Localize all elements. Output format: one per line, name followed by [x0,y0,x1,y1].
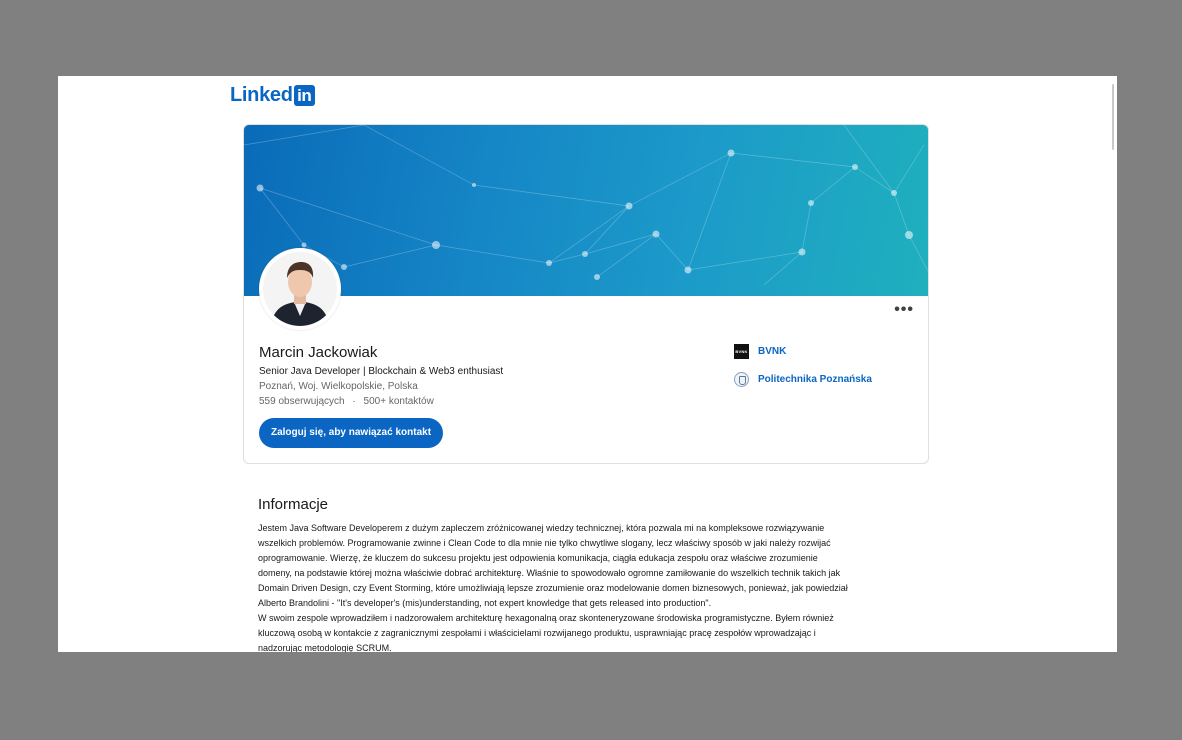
person-photo-icon [263,252,337,326]
followers-count[interactable]: 559 obserwujących [259,396,345,407]
org-item-bvnk[interactable]: BVNK BVNK [734,343,872,359]
university-crest-icon [734,371,749,387]
profile-avatar[interactable] [259,248,341,330]
linkedin-logo[interactable]: Linked in [230,84,315,106]
org-name: BVNK [758,345,787,357]
bvnk-logo-icon: BVNK [734,343,749,359]
more-options-button[interactable]: ••• [894,302,914,318]
profile-location: Poznań, Woj. Wielkopolskie, Polska [259,381,418,392]
profile-name: Marcin Jackowiak [259,344,378,361]
logo-in-box: in [293,84,315,106]
profile-stats: 559 obserwujących · 500+ kontaktów [259,396,434,407]
about-title: Informacje [258,496,329,513]
organization-list: BVNK BVNK Politechnika Poznańska [734,343,872,399]
profile-card: ••• Marcin Jackowiak Senior Java Develop… [243,124,929,464]
stats-separator: · [352,396,356,407]
about-section: Informacje Jestem Java Software Develope… [258,496,918,652]
org-item-politechnika[interactable]: Politechnika Poznańska [734,371,872,387]
network-pattern [244,125,928,286]
org-name: Politechnika Poznańska [758,373,872,385]
connections-count[interactable]: 500+ kontaktów [364,396,434,407]
logo-wordmark: Linked [230,84,293,106]
cover-image [244,125,928,296]
browser-page: Linked in ••• Marcin Jackowiak Senior Ja… [58,76,1117,652]
about-text: Jestem Java Software Developerem z dużym… [258,523,848,652]
sign-in-to-connect-button[interactable]: Zaloguj się, aby nawiązać kontakt [259,418,443,448]
profile-headline: Senior Java Developer | Blockchain & Web… [259,366,504,377]
scrollbar[interactable] [1112,84,1114,150]
